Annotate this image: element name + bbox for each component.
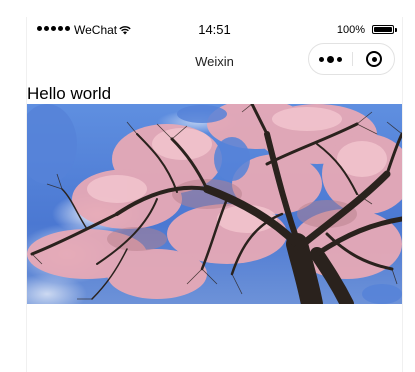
- screen: WeChat 14:51 100% Weixin Hello world: [0, 0, 415, 372]
- more-menu-button[interactable]: [309, 44, 352, 74]
- hello-text: Hello world: [27, 84, 112, 103]
- more-menu-icon: [319, 56, 324, 62]
- close-circle-icon: [366, 51, 382, 67]
- battery-percent: 100%: [336, 24, 365, 36]
- capsule-menu: [308, 43, 395, 75]
- battery-icon: [372, 25, 397, 34]
- navigation-bar: Weixin: [27, 43, 402, 81]
- cherry-blossom-image: [27, 104, 402, 304]
- status-bar: WeChat 14:51 100%: [27, 17, 402, 43]
- close-miniprogram-button[interactable]: [353, 44, 395, 74]
- miniprogram-page: WeChat 14:51 100% Weixin Hello world: [27, 17, 402, 372]
